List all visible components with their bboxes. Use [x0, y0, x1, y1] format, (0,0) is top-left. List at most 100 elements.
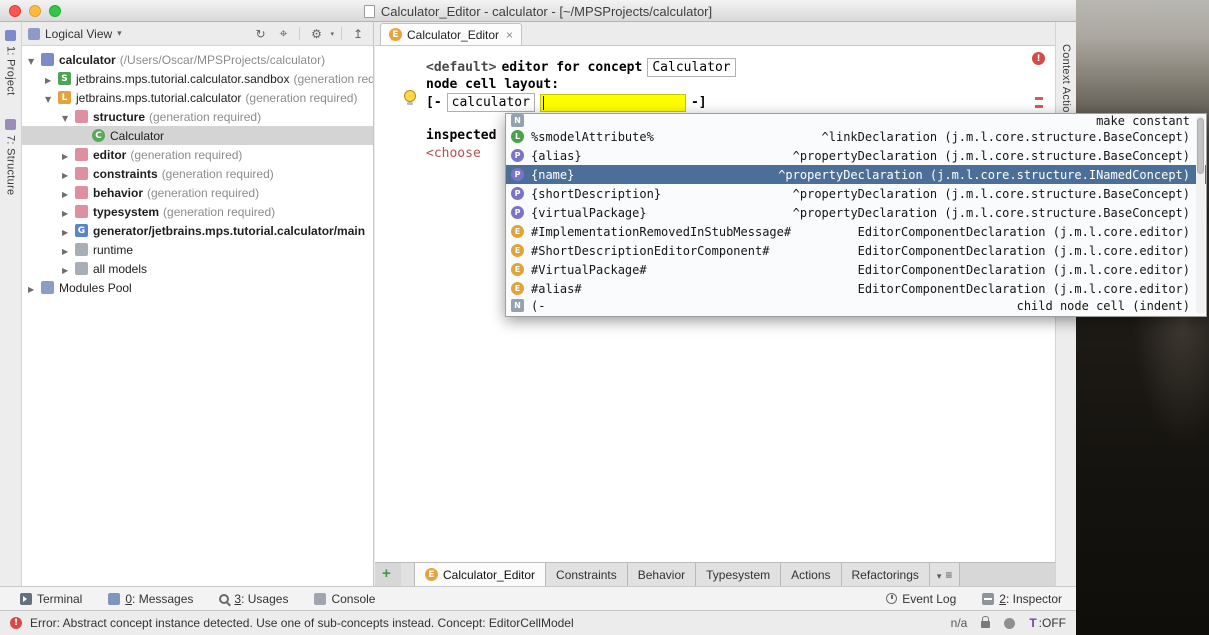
chevron-down-icon: [330, 27, 334, 41]
aspect-tab-overflow[interactable]: [930, 563, 961, 586]
aspect-tab-refactorings[interactable]: Refactorings: [842, 563, 930, 586]
aspect-tab-constraints[interactable]: Constraints: [546, 563, 628, 586]
chevron-right-icon[interactable]: [62, 167, 75, 181]
chevron-right-icon[interactable]: [28, 281, 41, 295]
caret-position[interactable]: n/a: [951, 616, 968, 630]
completion-item[interactable]: P {shortDescription} ^propertyDeclaratio…: [506, 184, 1206, 203]
tree-suffix: (generation required): [245, 91, 357, 105]
tree-row-constraints[interactable]: constraints (generation required): [22, 164, 373, 183]
aspect-tab-calculator-editor[interactable]: Calculator_Editor: [415, 563, 546, 586]
tree-row-modules-pool[interactable]: Modules Pool: [22, 278, 373, 297]
default-hint-cell[interactable]: <default>: [426, 60, 496, 75]
close-icon[interactable]: [506, 28, 513, 42]
add-aspect-tab-button[interactable]: [382, 565, 391, 582]
sync-icon[interactable]: [251, 27, 269, 41]
tree-label: structure: [93, 110, 145, 124]
completion-item[interactable]: E #ShortDescriptionEditorComponent# Edit…: [506, 241, 1206, 260]
chevron-right-icon[interactable]: [62, 186, 75, 200]
hector-icon[interactable]: [1004, 618, 1015, 629]
tree-row-calculator-language[interactable]: jetbrains.mps.tutorial.calculator (gener…: [22, 88, 373, 107]
completion-item[interactable]: E #VirtualPackage# EditorComponentDeclar…: [506, 260, 1206, 279]
tree-row-all-models[interactable]: all models: [22, 259, 373, 278]
settings-gear-icon[interactable]: [307, 27, 325, 41]
aspect-tab-behavior[interactable]: Behavior: [628, 563, 696, 586]
tree-row-runtime[interactable]: runtime: [22, 240, 373, 259]
completion-item[interactable]: N (- child node cell (indent): [506, 298, 1206, 313]
completion-text: {name}: [531, 168, 574, 182]
usages-button[interactable]: 3: Usages: [219, 592, 288, 606]
stripe-tab-project[interactable]: 1: Project: [5, 30, 17, 95]
transient-models-toggle[interactable]: T :OFF: [1029, 616, 1066, 630]
editor-tab-calculator-editor[interactable]: Calculator_Editor: [380, 23, 522, 45]
console-button[interactable]: Console: [314, 592, 375, 606]
tree-row-calculator-project[interactable]: calculator (/Users/Oscar/MPSProjects/cal…: [22, 50, 373, 69]
choose-hint-cell[interactable]: <choose: [426, 146, 481, 161]
intention-bulb-icon[interactable]: [404, 90, 416, 102]
property-declaration-icon: P: [511, 206, 524, 219]
completion-item[interactable]: E #ImplementationRemovedInStubMessage# E…: [506, 222, 1206, 241]
tree-label: Modules Pool: [59, 281, 132, 295]
completion-text: %smodelAttribute%: [531, 130, 654, 144]
chevron-down-icon: [937, 568, 942, 582]
aspect-tab-typesystem[interactable]: Typesystem: [696, 563, 781, 586]
completion-text: {shortDescription}: [531, 187, 661, 201]
console-icon: [314, 593, 326, 605]
completion-item[interactable]: E #alias# EditorComponentDeclaration (j.…: [506, 279, 1206, 298]
tree-label: editor: [93, 148, 126, 162]
collapse-all-icon[interactable]: [349, 27, 367, 41]
error-stripe-mark[interactable]: [1035, 105, 1043, 108]
chevron-down-icon[interactable]: [45, 91, 58, 105]
chevron-right-icon[interactable]: [62, 243, 75, 257]
tree-row-structure[interactable]: structure (generation required): [22, 107, 373, 126]
unlock-icon[interactable]: [981, 621, 990, 628]
messages-icon: [108, 593, 120, 605]
constant-cell[interactable]: calculator: [447, 93, 535, 112]
stripe-tab-structure[interactable]: 7: Structure: [5, 119, 17, 195]
chevron-right-icon[interactable]: [62, 224, 75, 238]
chevron-down-icon[interactable]: [117, 28, 122, 39]
messages-button[interactable]: 0: Messages: [108, 592, 193, 606]
usages-label: 3: Usages: [234, 592, 288, 606]
window-title: Calculator_Editor - calculator - [~/MPSP…: [381, 4, 712, 19]
completion-description: ^propertyDeclaration (j.m.l.core.structu…: [793, 187, 1190, 201]
locate-icon[interactable]: [274, 26, 292, 42]
aspect-tab-actions[interactable]: Actions: [781, 563, 841, 586]
window-title-wrap: Calculator_Editor - calculator - [~/MPSP…: [0, 0, 1076, 22]
model-icon: [75, 167, 88, 180]
tree-suffix: (/Users/Oscar/MPSProjects/calculator): [120, 53, 325, 67]
terminal-button[interactable]: Terminal: [20, 592, 82, 606]
chevron-down-icon[interactable]: [62, 110, 75, 124]
completion-item[interactable]: N make constant: [506, 114, 1206, 127]
tree-row-calculator-concept[interactable]: Calculator: [22, 126, 373, 145]
completion-popup: N make constant L %smodelAttribute% ^lin…: [505, 113, 1207, 317]
completion-item[interactable]: P {virtualPackage} ^propertyDeclaration …: [506, 203, 1206, 222]
concept-ref-cell[interactable]: Calculator: [647, 58, 735, 77]
chevron-right-icon[interactable]: [62, 262, 75, 276]
tree-row-editor[interactable]: editor (generation required): [22, 145, 373, 164]
structure-stripe-icon: [5, 119, 16, 130]
chevron-right-icon[interactable]: [62, 148, 75, 162]
ide-window: Calculator_Editor - calculator - [~/MPSP…: [0, 0, 1076, 635]
chevron-right-icon[interactable]: [62, 205, 75, 219]
tree-row-typesystem[interactable]: typesystem (generation required): [22, 202, 373, 221]
terminal-label: Terminal: [37, 592, 82, 606]
popup-scrollbar[interactable]: [1196, 116, 1205, 314]
error-badge-icon[interactable]: [1032, 52, 1045, 65]
tree-row-sandbox-solution[interactable]: jetbrains.mps.tutorial.calculator.sandbo…: [22, 69, 373, 88]
event-log-button[interactable]: Event Log: [886, 592, 956, 606]
view-selector[interactable]: Logical View: [45, 27, 112, 41]
chevron-down-icon[interactable]: [28, 53, 41, 67]
chevron-right-icon[interactable]: [45, 72, 58, 86]
completion-item[interactable]: P {alias} ^propertyDeclaration (j.m.l.co…: [506, 146, 1206, 165]
completion-item[interactable]: L %smodelAttribute% ^linkDeclaration (j.…: [506, 127, 1206, 146]
error-stripe-mark[interactable]: [1035, 97, 1043, 100]
completion-item-selected[interactable]: P {name} ^propertyDeclaration (j.m.l.cor…: [506, 165, 1206, 184]
active-edit-cell[interactable]: [540, 94, 686, 112]
tree-row-behavior[interactable]: behavior (generation required): [22, 183, 373, 202]
tree-label: all models: [93, 262, 147, 276]
tree-row-generator[interactable]: generator/jetbrains.mps.tutorial.calcula…: [22, 221, 373, 240]
models-icon: [75, 262, 88, 275]
model-icon: [75, 110, 88, 123]
inspector-button[interactable]: 2: Inspector: [982, 592, 1062, 606]
popup-scrollbar-thumb[interactable]: [1197, 118, 1204, 174]
